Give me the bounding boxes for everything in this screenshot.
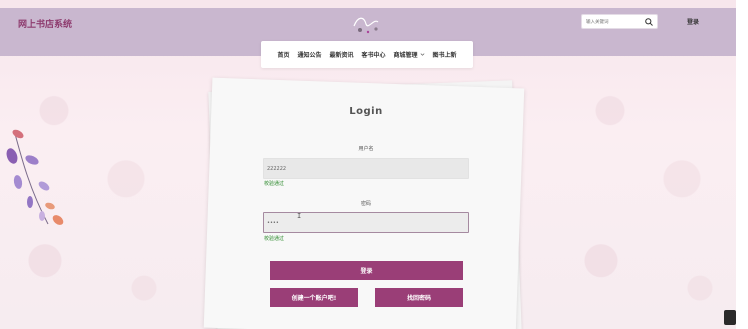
decorative-pattern-right (556, 56, 736, 329)
flower-decoration-icon (6, 129, 64, 225)
search-box (581, 14, 658, 29)
username-label: 用户名 (358, 146, 374, 152)
username-hint: 校验通过 (264, 181, 285, 187)
search-input[interactable] (586, 17, 642, 27)
password-hint: 校验通过 (264, 236, 285, 242)
site-title[interactable]: 网上书店系统 (18, 17, 72, 30)
login-title: Login (349, 106, 383, 117)
logo-icon[interactable] (348, 10, 388, 36)
login-button[interactable]: 登录 (270, 261, 463, 280)
floating-widget-icon[interactable] (724, 310, 736, 325)
chevron-down-icon (420, 53, 424, 56)
username-field[interactable] (263, 158, 469, 179)
nav-item-new-books[interactable]: 图书上新 (433, 50, 457, 59)
password-field[interactable] (263, 212, 469, 233)
password-label: 密码 (360, 201, 371, 207)
forgot-password-button[interactable]: 找回密码 (375, 288, 463, 307)
nav-item-news[interactable]: 最新资讯 (329, 50, 353, 59)
nav-item-home[interactable]: 首页 (277, 50, 289, 59)
search-icon[interactable] (644, 17, 654, 27)
page-background: 网上书店系统 登录 首页 通知公告 最新资讯 客书中心 商城管理 图书上新 (0, 0, 736, 329)
nav-item-shop-manage[interactable]: 商城管理 (394, 50, 425, 59)
nav-item-book-center[interactable]: 客书中心 (362, 50, 386, 59)
main-nav: 首页 通知公告 最新资讯 客书中心 商城管理 图书上新 (261, 41, 473, 68)
nav-item-notices[interactable]: 通知公告 (297, 50, 321, 59)
scrollbar-track[interactable] (736, 0, 748, 329)
text-cursor-icon: I (297, 212, 302, 220)
header-login-link[interactable]: 登录 (687, 17, 699, 26)
register-button[interactable]: 创建一个账户吧! (270, 288, 358, 307)
